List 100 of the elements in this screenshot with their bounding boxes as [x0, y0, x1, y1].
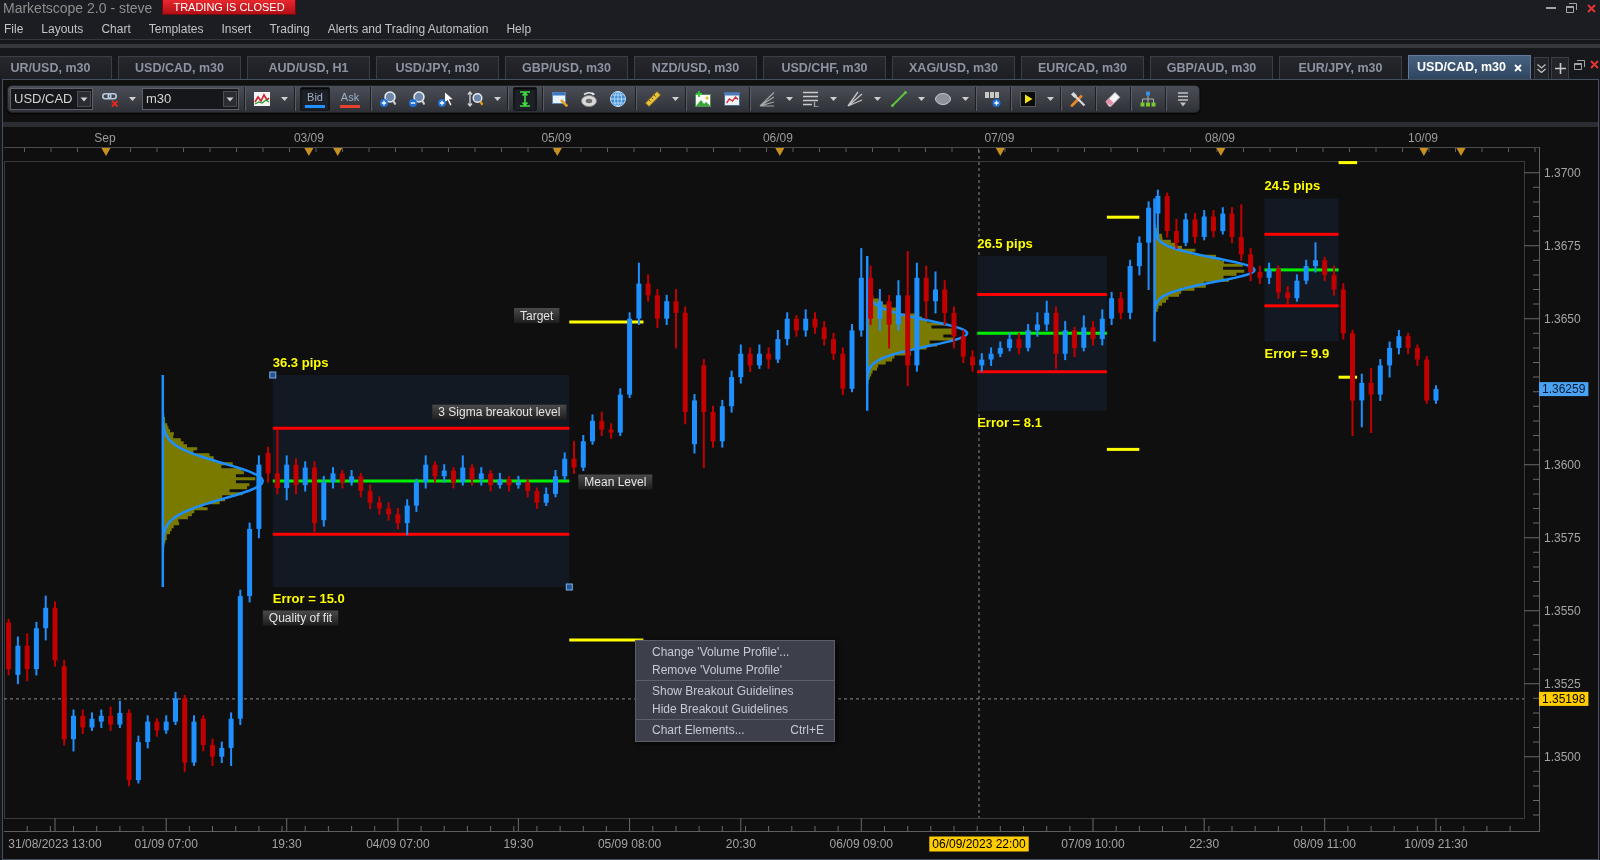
candle	[543, 487, 549, 506]
chart-tab[interactable]: EUR/CAD, m30	[1021, 56, 1144, 79]
trading-status-badge: TRADING IS CLOSED	[162, 0, 296, 15]
candle	[1257, 265, 1263, 285]
eraser-icon[interactable]	[1105, 91, 1121, 107]
chain-icon[interactable]	[102, 91, 118, 107]
caret-icon[interactable]	[829, 97, 837, 101]
vertical-fit-icon[interactable]	[519, 91, 531, 107]
candle	[1433, 385, 1439, 404]
price-mode-button[interactable]: Bid	[300, 87, 330, 111]
callout-label: Target	[514, 308, 560, 323]
time-axis-label: 01/09 07:00	[134, 837, 198, 851]
restore-icon[interactable]	[1566, 3, 1577, 13]
menu-item[interactable]: Chart	[92, 18, 140, 39]
chart-tab[interactable]: XAG/USD, m30	[892, 56, 1015, 79]
chart-tab[interactable]: GBP/AUD, m30	[1150, 56, 1273, 79]
candle	[265, 446, 271, 483]
trend-line-icon[interactable]	[891, 91, 907, 107]
chart-tab[interactable]: USD/JPY, m30	[376, 56, 499, 79]
play-icon[interactable]	[1020, 91, 1036, 107]
diagonal-lines-icon[interactable]	[847, 91, 863, 107]
time-axis-label: 31/08/2023 13:00	[8, 837, 102, 851]
candle	[154, 718, 160, 737]
candle	[312, 461, 317, 533]
caret-icon[interactable]	[128, 97, 136, 101]
symbol-select[interactable]: USD/CAD	[10, 88, 93, 110]
candle	[793, 315, 799, 337]
candle	[886, 294, 892, 349]
price-axis-label: 1.3500	[1544, 749, 1581, 764]
caret-icon[interactable]	[961, 97, 969, 101]
close-icon[interactable]	[1590, 60, 1599, 69]
caret-icon[interactable]	[873, 97, 881, 101]
double-chevron-icon[interactable]	[1537, 64, 1546, 73]
chart-tab[interactable]: UR/USD, m30	[0, 56, 112, 79]
caret-icon[interactable]	[917, 97, 925, 101]
chart-tab[interactable]: EUR/JPY, m30	[1279, 56, 1402, 79]
context-menu-item[interactable]: Remove 'Volume Profile'	[636, 661, 834, 679]
context-menu-item[interactable]: Change 'Volume Profile'...	[636, 643, 834, 661]
candle	[228, 712, 234, 766]
zoom-in-icon[interactable]	[380, 91, 396, 107]
fan-lines-icon[interactable]	[759, 91, 775, 107]
price-mode-button[interactable]: Ask	[335, 87, 365, 111]
chart-tab[interactable]: USD/CHF, m30	[763, 56, 886, 79]
chart-tab[interactable]: AUD/USD, H1	[247, 56, 370, 79]
menu-item[interactable]: File	[0, 18, 33, 39]
candle	[367, 484, 373, 509]
caret-icon[interactable]	[1046, 97, 1054, 101]
caret-icon[interactable]	[280, 97, 288, 101]
horizontal-lines-icon[interactable]	[803, 91, 819, 107]
candle	[423, 455, 429, 489]
candle	[562, 452, 568, 480]
chart-window-icon[interactable]	[724, 91, 740, 107]
hierarchy-icon[interactable]	[1140, 91, 1156, 107]
context-menu-item[interactable]: Hide Breakout Guidelines	[636, 700, 834, 718]
overflow-menu-icon[interactable]	[1178, 91, 1188, 107]
caret-icon[interactable]	[785, 97, 793, 101]
tab-overflow-button[interactable]	[1534, 57, 1549, 79]
pointer-plus-icon[interactable]	[438, 91, 454, 107]
close-icon[interactable]	[1587, 3, 1596, 13]
menu-item[interactable]: Trading	[260, 18, 319, 39]
candle	[89, 712, 95, 731]
candle	[747, 347, 753, 372]
caret-icon[interactable]	[493, 97, 501, 101]
menu-item[interactable]: Insert	[212, 18, 261, 39]
zoom-out-icon[interactable]	[409, 91, 425, 107]
text-tool-icon[interactable]	[985, 91, 1001, 107]
ellipse-icon[interactable]	[935, 93, 951, 105]
ruler-icon[interactable]	[645, 91, 661, 107]
restore-icon[interactable]	[1574, 60, 1585, 70]
add-tab-button[interactable]	[1551, 57, 1569, 79]
picture-icon[interactable]	[695, 91, 711, 107]
candle	[108, 706, 114, 731]
chart-tab[interactable]: NZD/USD, m30	[634, 56, 757, 79]
line-chart-icon[interactable]	[254, 91, 270, 107]
caret-icon[interactable]	[671, 97, 679, 101]
plus-icon[interactable]	[1554, 63, 1566, 74]
chart-tab[interactable]: USD/CAD, m30	[1408, 55, 1531, 79]
candle	[1266, 262, 1272, 285]
candle	[923, 265, 929, 320]
menu-item[interactable]: Layouts	[32, 18, 93, 39]
candle	[738, 344, 744, 384]
chart-tab[interactable]: GBP/USD, m30	[505, 56, 628, 79]
context-menu-item[interactable]: Chart Elements... Ctrl+E	[636, 721, 834, 739]
candle	[515, 475, 521, 489]
candle	[1424, 356, 1430, 404]
vertical-fit-button[interactable]	[513, 87, 537, 111]
menu-item[interactable]: Alerts and Trading Automation	[318, 18, 498, 39]
context-menu-item[interactable]: Show Breakout Guidelines	[636, 682, 834, 700]
menu-item[interactable]: Help	[497, 18, 541, 39]
vertical-zoom-icon[interactable]	[467, 91, 483, 107]
chart-tab[interactable]: USD/CAD, m30	[118, 56, 241, 79]
window-title: Marketscope 2.0 - steve	[2, 0, 153, 17]
candle	[636, 262, 642, 325]
globe-icon[interactable]	[610, 91, 626, 107]
tools-icon[interactable]	[1070, 91, 1086, 107]
menu-item[interactable]: Templates	[139, 18, 213, 39]
timeframe-select[interactable]: m30	[142, 88, 239, 110]
window-wrench-icon[interactable]	[552, 91, 568, 107]
candle	[1414, 344, 1420, 366]
disc-icon[interactable]	[581, 91, 597, 107]
